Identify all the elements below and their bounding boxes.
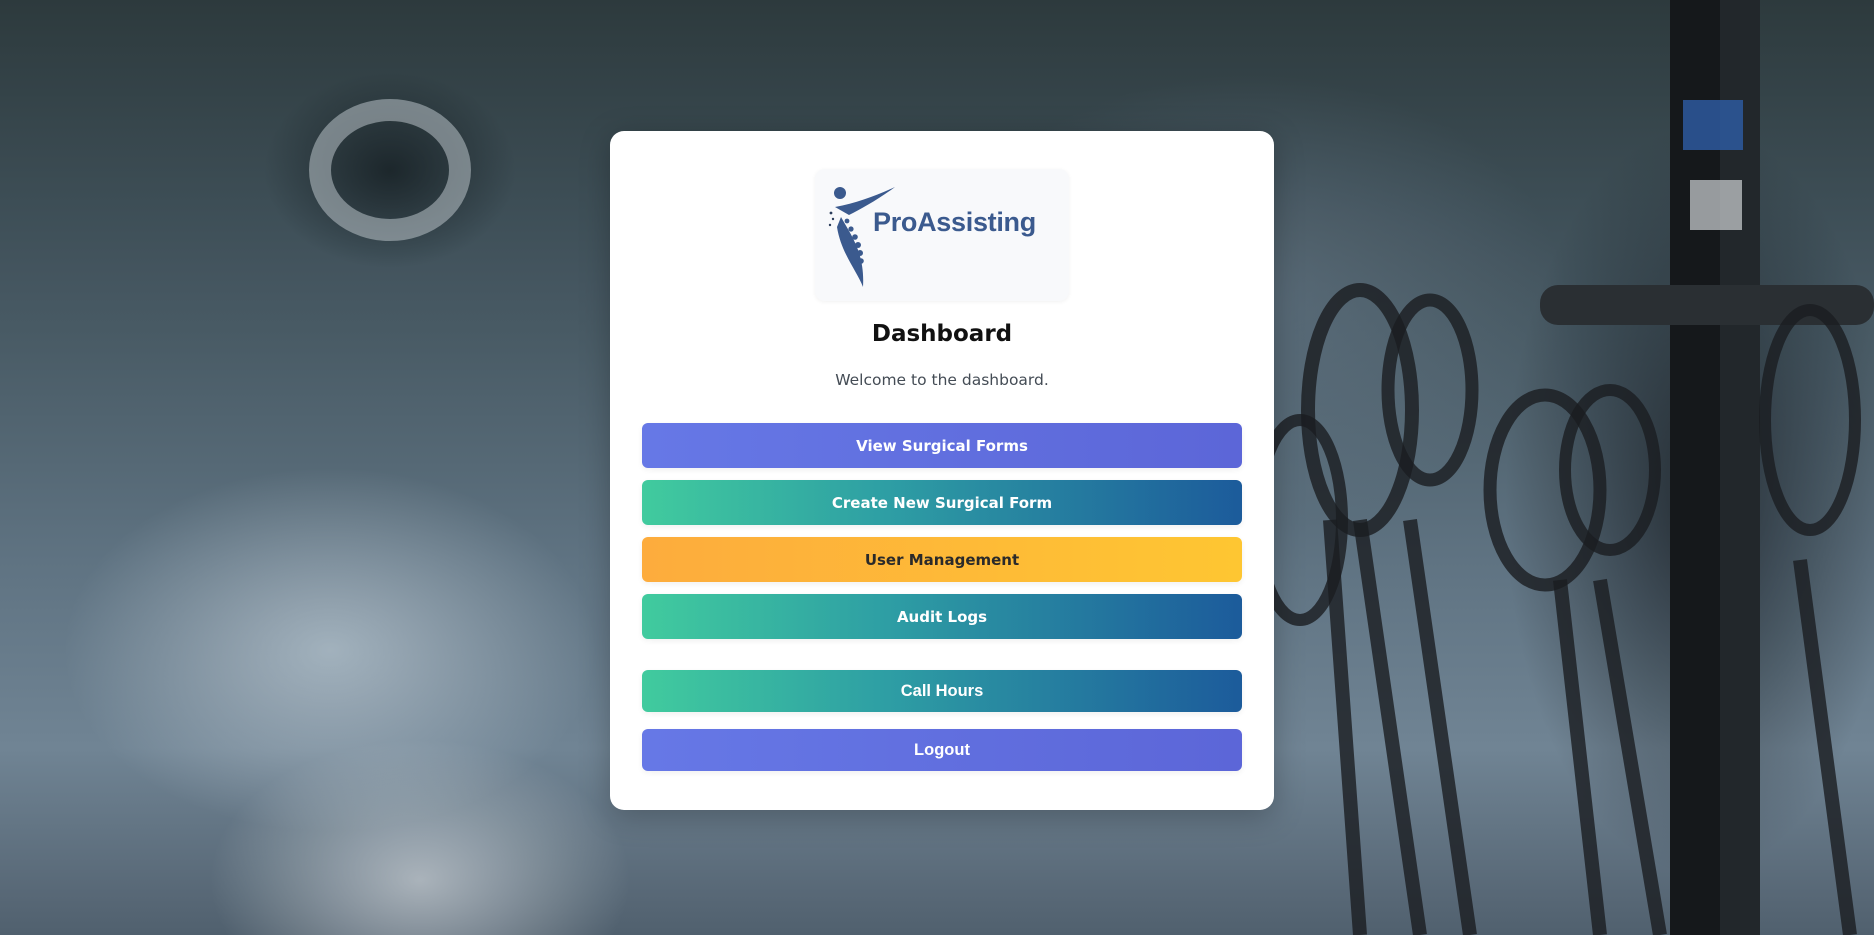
call-hours-button[interactable]: Call Hours <box>642 670 1242 712</box>
logo-text: ProAssisting <box>873 207 1036 237</box>
create-new-surgical-form-button[interactable]: Create New Surgical Form <box>642 480 1242 525</box>
audit-logs-button[interactable]: Audit Logs <box>642 594 1242 639</box>
logout-button[interactable]: Logout <box>642 729 1242 771</box>
logo: ProAssisting <box>815 169 1069 301</box>
user-management-button[interactable]: User Management <box>642 537 1242 582</box>
welcome-text: Welcome to the dashboard. <box>835 371 1049 389</box>
dashboard-card: ProAssisting Dashboard Welcome to the da… <box>610 131 1274 810</box>
view-surgical-forms-button[interactable]: View Surgical Forms <box>642 423 1242 468</box>
spine-figure-icon <box>828 187 895 287</box>
page-title: Dashboard <box>871 321 1013 347</box>
